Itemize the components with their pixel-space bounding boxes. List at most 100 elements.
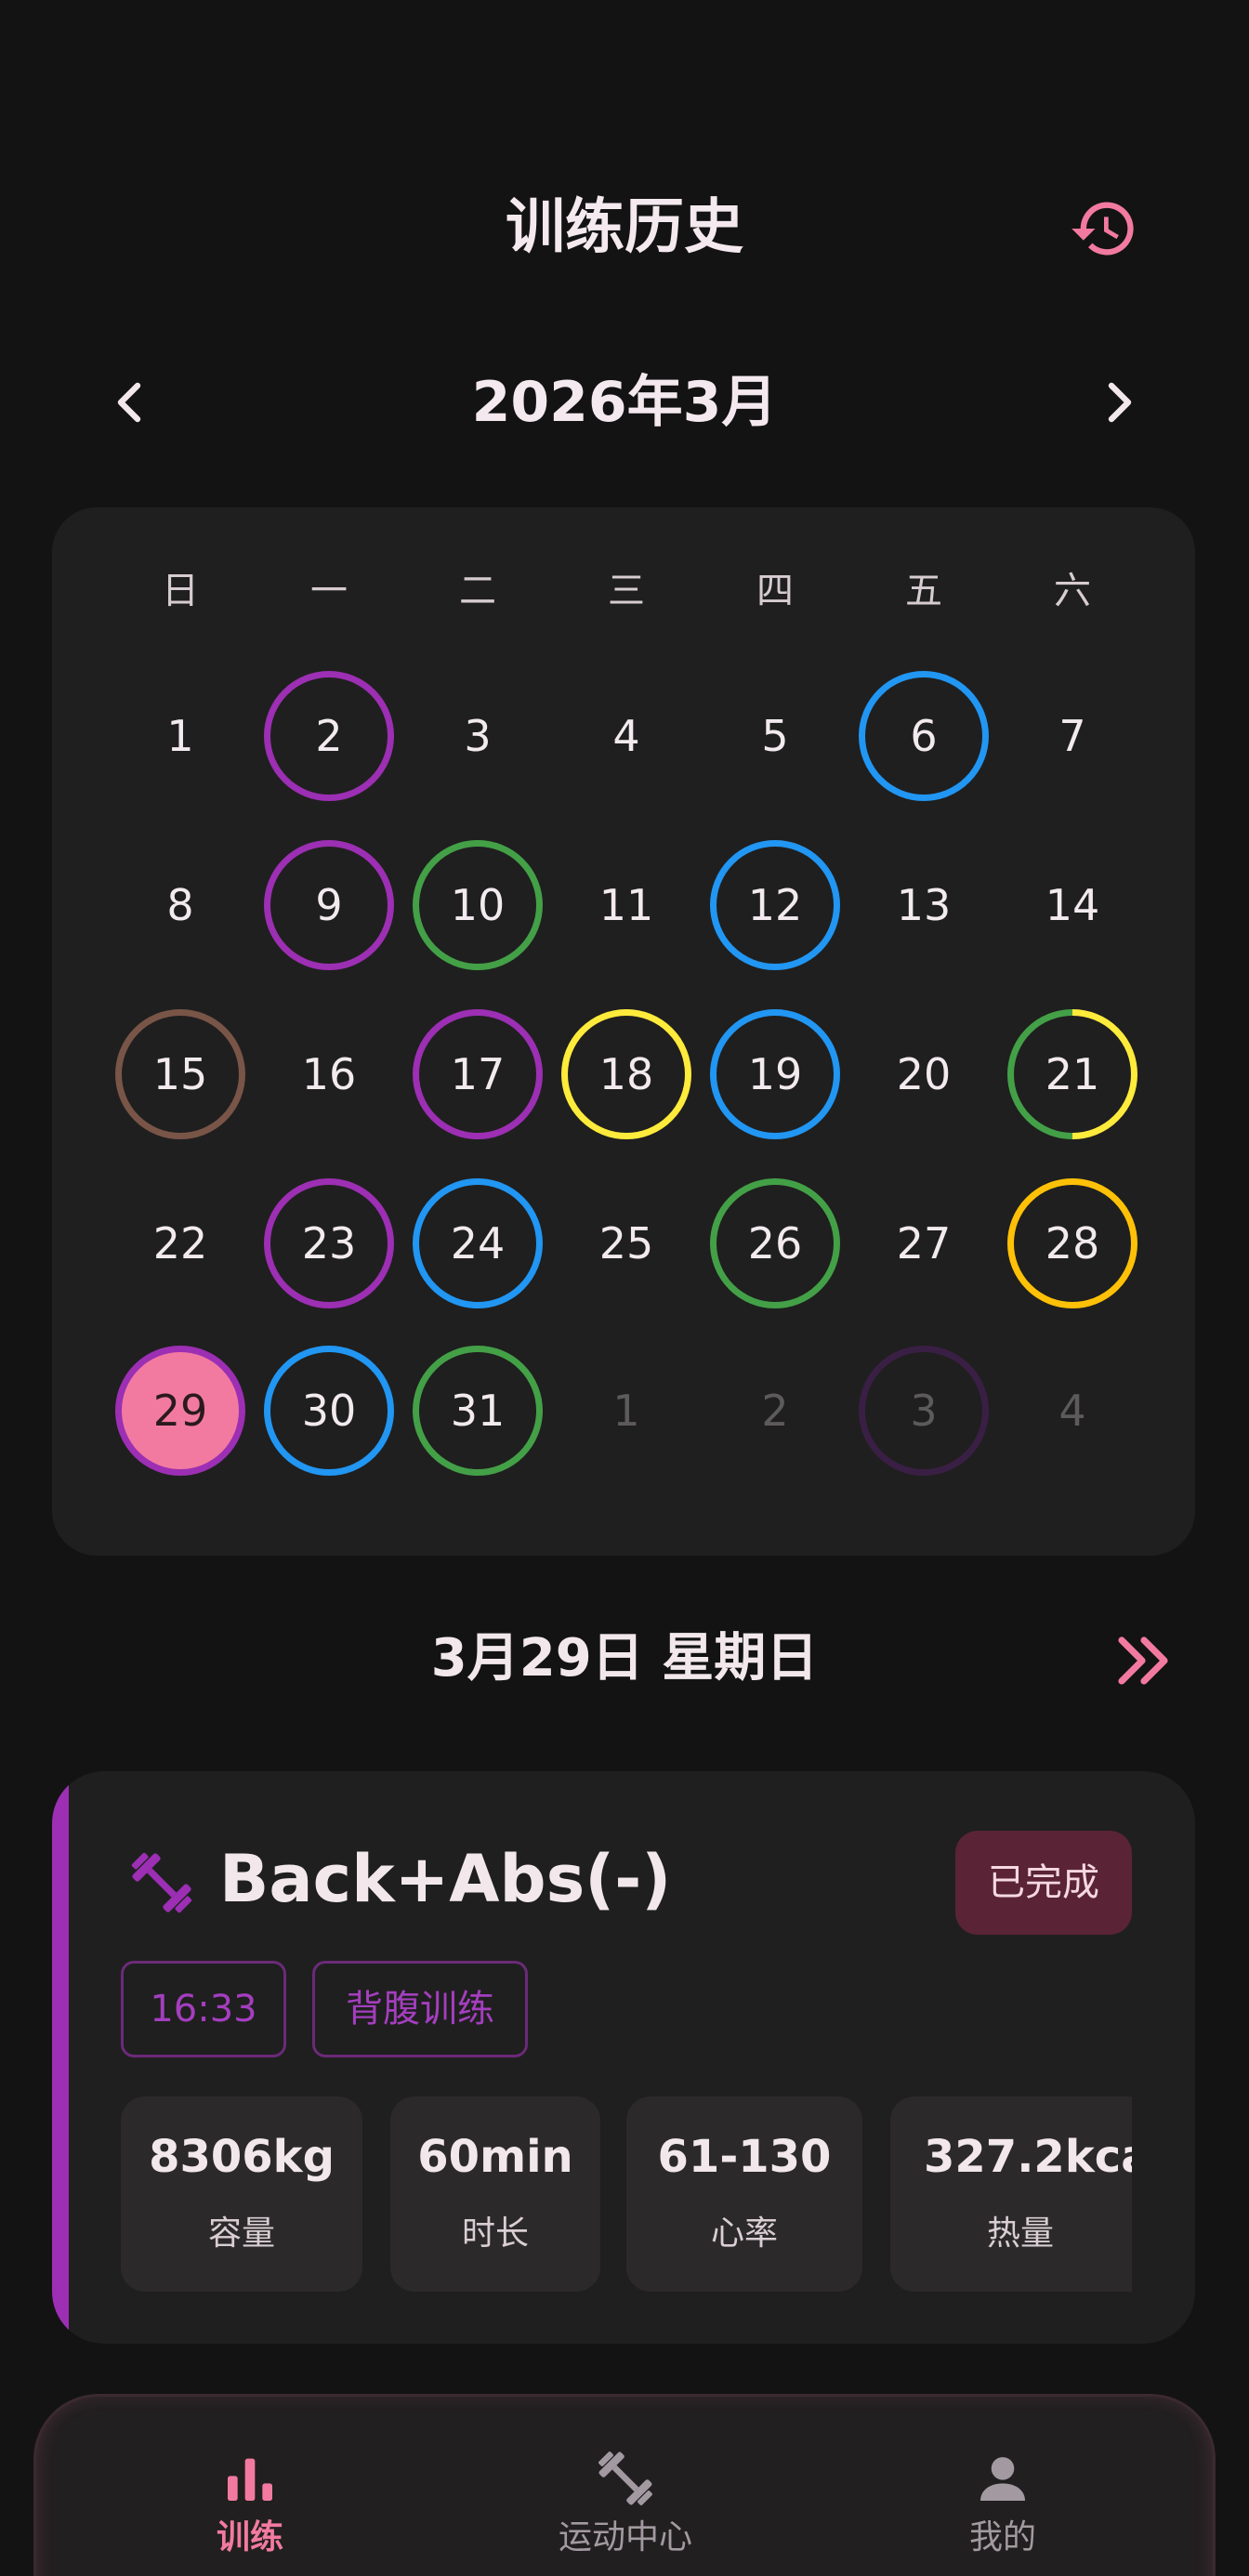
month-title: 2026年3月 (471, 370, 778, 435)
calendar-day[interactable]: 22 (115, 1178, 245, 1308)
day-number: 3 (464, 711, 492, 761)
workout-card[interactable]: Back+Abs(-) 已完成 16:33 背腹训练 8306kg 容量 60m… (52, 1771, 1195, 2344)
nav-item-profile[interactable]: 我的 (863, 2397, 1142, 2576)
nav-item-exercise-center[interactable]: 运动中心 (486, 2397, 765, 2576)
history-button[interactable] (1067, 191, 1141, 266)
calendar-day[interactable]: 18 (561, 1009, 691, 1139)
next-month-button[interactable] (1091, 375, 1147, 430)
nav-item-training[interactable]: 训练 (111, 2397, 389, 2576)
calendar-day-selected[interactable]: 29 (115, 1346, 245, 1476)
day-number: 18 (598, 1049, 654, 1099)
stat-calories: 327.2kcal 热量 (890, 2096, 1132, 2292)
calendar-day[interactable]: 17 (413, 1009, 543, 1139)
stat-value: 61-130 (657, 2131, 832, 2183)
day-number: 17 (450, 1049, 506, 1099)
day-number: 29 (152, 1386, 208, 1436)
day-number: 22 (152, 1218, 208, 1268)
bar-chart-icon (228, 2458, 272, 2501)
day-number: 23 (301, 1218, 357, 1268)
day-number: 11 (598, 880, 654, 930)
calendar-day[interactable]: 11 (561, 840, 691, 970)
calendar-day[interactable]: 5 (710, 671, 840, 801)
stat-heart-rate: 61-130 心率 (626, 2096, 862, 2292)
day-number: 26 (747, 1218, 803, 1268)
calendar-day[interactable]: 15 (115, 1009, 245, 1139)
calendar-day[interactable]: 24 (413, 1178, 543, 1308)
day-number: 16 (301, 1049, 357, 1099)
stat-value: 8306kg (149, 2131, 335, 2183)
stat-value: 327.2kcal (924, 2131, 1132, 2183)
day-number: 6 (910, 711, 938, 761)
day-number: 21 (1045, 1049, 1100, 1099)
calendar-day[interactable]: 3 (413, 671, 543, 801)
jump-forward-button[interactable] (1111, 1628, 1177, 1693)
day-grid: 1 2 3 4 5 6 7 8 9 10 11 12 13 14 15 16 17 18 19 20 21 22 23 24 2… (52, 507, 1195, 1556)
workout-accent-bar (52, 1771, 69, 2344)
calendar-day[interactable]: 31 (413, 1346, 543, 1476)
day-number: 5 (761, 711, 789, 761)
day-number: 7 (1058, 711, 1086, 761)
calendar-day[interactable]: 19 (710, 1009, 840, 1139)
calendar-day[interactable]: 26 (710, 1178, 840, 1308)
calendar-day[interactable]: 13 (859, 840, 989, 970)
status-badge: 已完成 (955, 1831, 1132, 1935)
training-history-screen: 训练历史 2026年3月 日一二三四五六 1 2 3 4 5 6 7 8 9 10 11 12 13 14… (0, 0, 1249, 2576)
day-number: 3 (910, 1386, 938, 1436)
dumbbell-icon (598, 2451, 652, 2505)
calendar-day[interactable]: 10 (413, 840, 543, 970)
day-number: 28 (1045, 1218, 1100, 1268)
calendar-day[interactable]: 20 (859, 1009, 989, 1139)
calendar-day[interactable]: 8 (115, 840, 245, 970)
day-number: 30 (301, 1386, 357, 1436)
stat-value: 60min (417, 2131, 573, 2183)
stat-label: 热量 (986, 2215, 1054, 2253)
calendar-day[interactable]: 12 (710, 840, 840, 970)
selected-date-title: 3月29日 星期日 (430, 1628, 819, 1689)
nav-label: 运动中心 (558, 2518, 692, 2556)
day-number: 4 (612, 711, 640, 761)
calendar-day-other-month[interactable]: 1 (561, 1346, 691, 1476)
history-icon (1072, 202, 1134, 256)
double-chevron-right-icon (1118, 1636, 1168, 1685)
day-number: 14 (1045, 880, 1100, 930)
day-number: 2 (761, 1386, 789, 1436)
calendar-day[interactable]: 16 (264, 1009, 394, 1139)
calendar-day[interactable]: 1 (115, 671, 245, 801)
workout-title: Back+Abs(-) (219, 1841, 672, 1917)
calendar-day-other-month[interactable]: 4 (1007, 1346, 1137, 1476)
stat-label: 容量 (207, 2215, 275, 2253)
calendar-day[interactable]: 21 (1007, 1009, 1137, 1139)
day-number: 4 (1058, 1386, 1086, 1436)
day-number: 25 (598, 1218, 654, 1268)
calendar-day[interactable]: 28 (1007, 1178, 1137, 1308)
month-navigator: 2026年3月 (0, 361, 1249, 444)
chevron-right-icon (1108, 382, 1132, 423)
person-icon (980, 2457, 1025, 2501)
stat-volume: 8306kg 容量 (121, 2096, 362, 2292)
nav-label: 训练 (216, 2518, 283, 2556)
calendar-day[interactable]: 27 (859, 1178, 989, 1308)
calendar-day[interactable]: 2 (264, 671, 394, 801)
dumbbell-icon (131, 1852, 192, 1913)
calendar-day[interactable]: 6 (859, 671, 989, 801)
calendar-day[interactable]: 30 (264, 1346, 394, 1476)
calendar-day[interactable]: 9 (264, 840, 394, 970)
day-number: 24 (450, 1218, 506, 1268)
calendar-day[interactable]: 4 (561, 671, 691, 801)
calendar-day[interactable]: 14 (1007, 840, 1137, 970)
calendar-day-other-month[interactable]: 2 (710, 1346, 840, 1476)
calendar-day[interactable]: 23 (264, 1178, 394, 1308)
calendar-day[interactable]: 25 (561, 1178, 691, 1308)
day-number: 2 (315, 711, 343, 761)
calendar-day[interactable]: 7 (1007, 671, 1137, 801)
day-number: 10 (450, 880, 506, 930)
calendar-day-other-month[interactable]: 3 (859, 1346, 989, 1476)
day-number: 1 (166, 711, 194, 761)
workout-stats: 8306kg 容量 60min 时长 61-130 心率 327.2kcal 热… (121, 2096, 1132, 2292)
workout-time-tag: 16:33 (121, 1961, 286, 2057)
day-number: 31 (450, 1386, 506, 1436)
day-number: 9 (315, 880, 343, 930)
day-number: 27 (896, 1218, 952, 1268)
calendar-card: 日一二三四五六 1 2 3 4 5 6 7 8 9 10 11 12 13 14 15 16 17 18 19 20 2… (52, 507, 1195, 1556)
day-number: 1 (612, 1386, 640, 1436)
